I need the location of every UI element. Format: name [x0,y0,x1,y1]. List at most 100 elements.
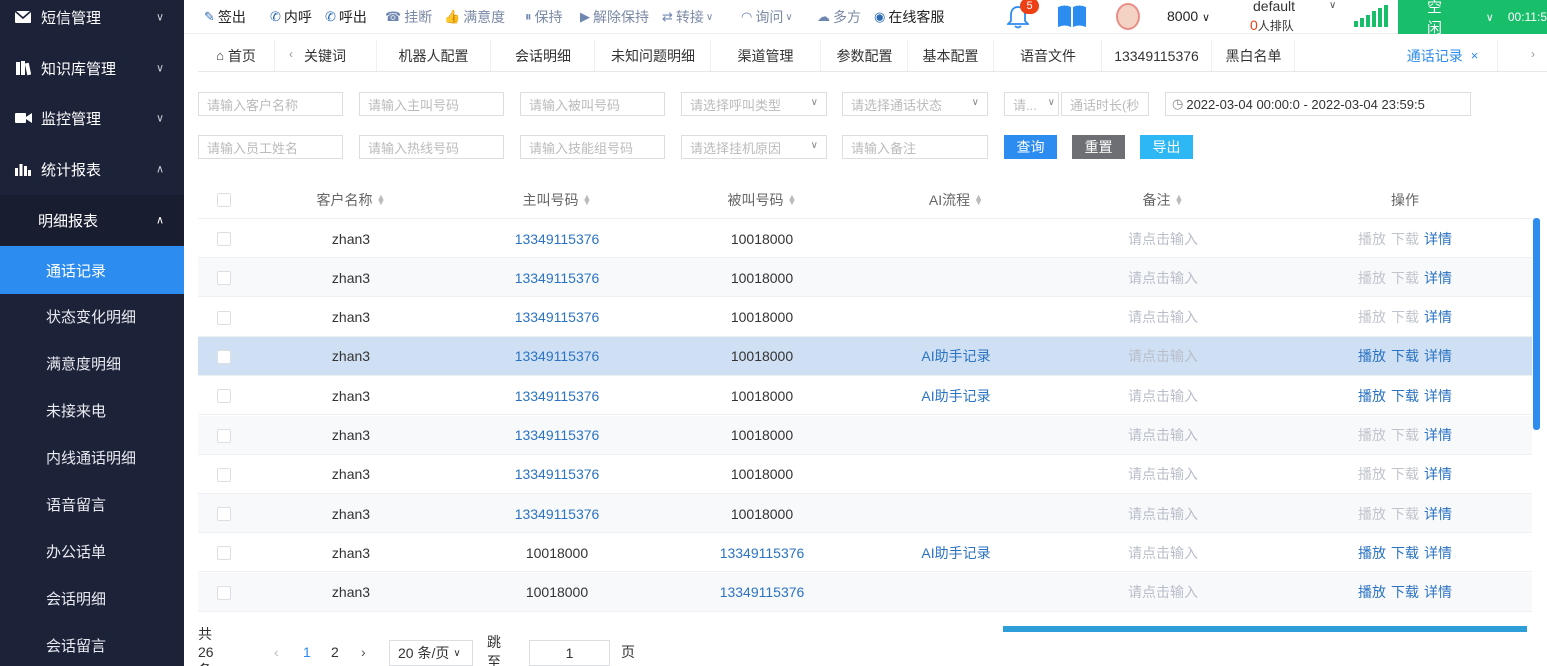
download-button[interactable]: 下载 [1391,425,1419,445]
tab[interactable]: 参数配置 [822,40,908,71]
detail-button[interactable]: 详情 [1424,307,1452,327]
remark-cell[interactable]: 请点击输入 [1073,573,1253,612]
sort-icon[interactable]: ▲ ▼ [1175,192,1184,206]
sidebar-item-reports[interactable]: 统计报表 ∧ [0,144,184,194]
callee-number-input[interactable]: 请输入被叫号码 [520,92,665,116]
row-checkbox[interactable] [217,467,231,482]
column-header[interactable]: 客户名称 ▲ ▼ [261,180,441,219]
caller-number-cell[interactable]: 13349115376 [467,258,647,297]
detail-button[interactable]: 详情 [1424,504,1452,524]
avatar[interactable] [1116,3,1140,30]
next-page-icon[interactable]: › [361,638,366,666]
prev-page-icon[interactable]: ‹ [274,638,279,666]
column-header[interactable]: 被叫号码 ▲ ▼ [672,180,852,219]
sidebar-item-sub[interactable]: 状态变化明细 [0,293,184,340]
caller-number-cell[interactable]: 13349115376 [467,337,647,376]
tabs-scroll-right-icon[interactable]: › [1531,47,1535,61]
tab[interactable]: 黑白名单 [1213,40,1295,71]
download-button[interactable]: 下载 [1391,464,1419,484]
play-button[interactable]: 播放 [1358,504,1386,524]
call-type-select[interactable]: 请选择呼叫类型 ∨ [681,92,827,116]
sidebar-item-sub[interactable]: 满意度明细 [0,340,184,387]
caller-number-cell[interactable]: 13349115376 [467,455,647,494]
download-button[interactable]: 下载 [1391,307,1419,327]
sidebar-item-sms[interactable]: 短信管理 ∨ [0,0,184,42]
play-button[interactable]: 播放 [1358,464,1386,484]
table-row[interactable]: zhan3 13349115376 10018000 请点击输入 播放 下载 详情 [198,258,1532,298]
tab[interactable]: ⌂ 首页 [198,40,275,71]
tab[interactable]: 语音文件 [995,40,1102,71]
row-checkbox[interactable] [217,428,231,443]
play-button[interactable]: 播放 [1358,307,1386,327]
row-checkbox[interactable] [217,349,231,364]
remark-cell[interactable]: 请点击输入 [1073,258,1253,297]
row-checkbox[interactable] [217,232,231,246]
call-status-select[interactable]: 请选择通话状态 ∨ [842,92,988,116]
sort-icon[interactable]: ▲ ▼ [788,192,797,206]
sidebar-item-sub[interactable]: 内线通话明细 [0,434,184,481]
query-button[interactable]: 查询 [1004,135,1057,159]
reset-button[interactable]: 重置 [1072,135,1125,159]
date-range-picker[interactable]: ◷ 2022-03-04 00:00:0 - 2022-03-04 23:59:… [1165,92,1471,116]
play-button[interactable]: 播放 [1358,543,1386,563]
tab[interactable]: 未知问题明细 [596,40,711,71]
tab[interactable]: 机器人配置 [377,40,491,71]
download-button[interactable]: 下载 [1391,543,1419,563]
table-row[interactable]: zhan3 10018000 13349115376 AI助手记录 请点击输入 播放 下载详… [198,533,1532,573]
toolbar-button[interactable]: ▶ 解除保持 [580,0,649,34]
sidebar-item-sub[interactable]: 语音留言 [0,481,184,528]
remark-cell[interactable]: 请点击输入 [1073,219,1253,258]
play-button[interactable]: 播放 [1358,268,1386,288]
chevron-down-icon[interactable]: ∨ [1329,0,1336,11]
sidebar-item-sub[interactable]: 未接来电 [0,387,184,434]
table-row[interactable]: zhan3 13349115376 10018000 请点击输入 播放 下载 详情 [198,415,1532,455]
row-checkbox[interactable] [217,507,231,522]
hotline-input[interactable]: 请输入热线号码 [359,135,504,159]
staff-name-input[interactable]: 请输入员工姓名 [198,135,343,159]
toolbar-button[interactable]: ⏸ 保持 [525,0,563,34]
toolbar-button[interactable]: ✆ 内呼 [270,0,312,34]
ai-flow-link[interactable]: AI助手记录 [866,337,1046,376]
play-button[interactable]: 播放 [1358,425,1386,445]
tab[interactable]: 会话明细 [492,40,595,71]
row-checkbox[interactable] [217,546,231,561]
detail-button[interactable]: 详情 [1424,386,1452,406]
remark-input[interactable]: 请输入备注 [842,135,988,159]
agent-status[interactable]: 空闲 ∨ 00:11:5 [1398,0,1547,37]
play-button[interactable]: 播放 [1358,229,1386,249]
caller-number-cell[interactable]: 13349115376 [467,219,647,258]
remark-cell[interactable]: 请点击输入 [1073,533,1253,572]
download-button[interactable]: 下载 [1391,346,1419,366]
caller-number-cell[interactable]: 13349115376 [467,298,647,337]
extension-selector[interactable]: 8000 ∨ [1167,8,1210,24]
ai-flow-link[interactable]: AI助手记录 [866,533,1046,572]
tab[interactable]: 渠道管理 [711,40,821,71]
skill-group-input[interactable]: 请输入技能组号码 [520,135,665,159]
remark-cell[interactable]: 请点击输入 [1073,337,1253,376]
tab[interactable]: 关键词 [294,40,377,71]
horizontal-scrollbar[interactable] [1003,626,1527,632]
row-checkbox[interactable] [217,389,231,404]
remark-cell[interactable]: 请点击输入 [1073,455,1253,494]
sidebar-item-sub[interactable]: 通话记录 [0,246,184,294]
toolbar-button[interactable]: ☎ 挂断 [385,0,432,34]
remark-cell[interactable]: 请点击输入 [1073,494,1253,533]
caller-number-cell[interactable]: 13349115376 [467,376,647,415]
detail-button[interactable]: 详情 [1424,425,1452,445]
toolbar-button[interactable]: ✎ 签出 [204,0,246,34]
callee-number-cell[interactable]: 13349115376 [672,573,852,612]
table-row[interactable]: zhan3 13349115376 10018000 请点击输入 播放 下载 详情 [198,219,1532,258]
tabs-scroll-left-icon[interactable]: ‹ [289,47,293,61]
play-button[interactable]: 播放 [1358,582,1386,602]
column-header[interactable]: 备注 ▲ ▼ [1073,180,1253,219]
table-row[interactable]: zhan3 13349115376 10018000 请点击输入 播放 下载 详情 [198,494,1532,534]
column-header[interactable]: AI流程 ▲ ▼ [866,180,1046,219]
table-row[interactable]: zhan3 13349115376 10018000 请点击输入 播放 下载 详情 [198,298,1532,337]
hangup-reason-select[interactable]: 请选择挂机原因 ∨ [681,135,827,159]
toolbar-button[interactable]: ⇄ 转接 ∨ [662,0,713,34]
download-button[interactable]: 下载 [1391,386,1419,406]
toolbar-button[interactable]: ◉ 在线客服 [874,0,944,34]
export-button[interactable]: 导出 [1140,135,1193,159]
download-button[interactable]: 下载 [1391,504,1419,524]
table-row[interactable]: zhan3 10018000 13349115376 请点击输入 播放 下载 详情 [198,572,1532,612]
